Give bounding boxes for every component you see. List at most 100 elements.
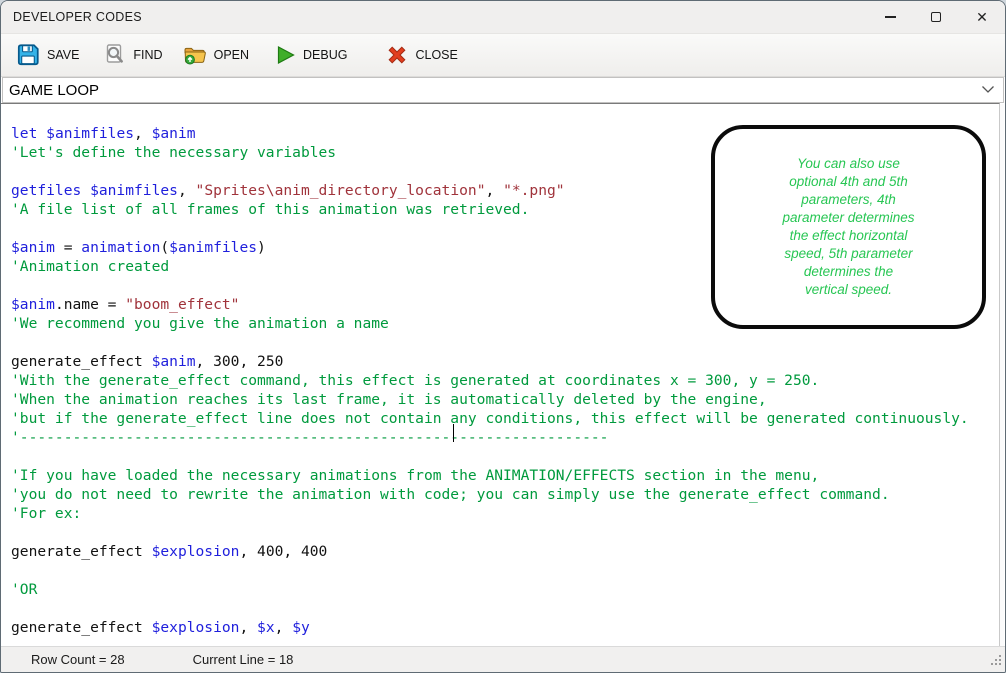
code-segment: 'OR [11,581,37,598]
code-segment: 'Let's define the necessary variables [11,144,336,161]
close-x-icon [385,43,409,67]
code-segment: $anim [152,125,196,142]
code-line: 'but if the generate_effect line does no… [11,409,999,428]
window-controls: ✕ [867,1,1005,33]
maximize-icon [931,12,941,22]
resize-grip-icon[interactable] [989,653,1002,669]
open-button[interactable]: OPEN [176,40,255,70]
code-segment: $anim [152,353,196,370]
code-line [11,447,999,466]
code-segment: , [485,182,503,199]
debug-button[interactable]: DEBUG [267,40,353,70]
code-segment: $animfiles [90,182,178,199]
code-line [11,637,999,646]
toolbar: SAVE FIND OPEN [1,33,1005,77]
code-line [11,523,999,542]
callout-bubble: You can also useoptional 4th and 5thpara… [711,125,986,329]
code-segment: , [134,125,152,142]
code-segment: $x [257,619,275,636]
find-magnifier-icon [103,43,127,67]
debug-button-label: DEBUG [303,48,347,62]
code-line [11,561,999,580]
code-segment: 'If you have loaded the necessary animat… [11,467,819,484]
code-line [11,599,999,618]
code-segment: 'When the animation reaches its last fra… [11,391,767,408]
code-segment: = [55,239,81,256]
code-segment: generate_effect [11,619,152,636]
code-segment: getfiles [11,182,90,199]
close-button-label: CLOSE [415,48,457,62]
code-segment: 'With the generate_effect command, this … [11,372,819,389]
code-line: generate_effect $explosion, 400, 400 [11,542,999,561]
code-segment: 'but if the generate_effect line does no… [11,410,969,427]
code-segment: ( [160,239,169,256]
callout-line: the effect horizontal [734,227,964,245]
code-segment: 'Animation created [11,258,169,275]
code-segment: 'you do not need to rewrite the animatio… [11,486,890,503]
callout-line: speed, 5th parameter [734,245,964,263]
code-segment: , [239,619,257,636]
code-segment: generate_effect [11,543,152,560]
callout-text: You can also useoptional 4th and 5thpara… [734,155,964,299]
title-bar: DEVELOPER CODES ✕ [1,1,1005,33]
row-count-label: Row Count = 28 [31,652,125,667]
code-line [11,333,999,352]
code-line: 'For ex: [11,504,999,523]
text-caret [453,424,454,442]
code-segment: 'For ex: [11,505,81,522]
chevron-down-icon [981,81,995,99]
code-segment: $anim [11,239,55,256]
code-segment: , 400, 400 [239,543,327,560]
code-segment: $animfiles [169,239,257,256]
code-line: 'With the generate_effect command, this … [11,371,999,390]
code-line: 'When the animation reaches its last fra… [11,390,999,409]
debug-play-icon [273,43,297,67]
save-button-label: SAVE [47,48,79,62]
close-window-button[interactable]: ✕ [959,1,1005,33]
code-segment: ) [257,239,266,256]
code-segment: "*.png" [503,182,565,199]
callout-line: parameters, 4th [734,191,964,209]
code-line: 'you do not need to rewrite the animatio… [11,485,999,504]
code-segment: $anim [11,296,55,313]
save-floppy-icon [15,42,41,68]
code-segment: $explosion [152,543,240,560]
callout-line: You can also use [734,155,964,173]
close-window-icon: ✕ [976,10,988,24]
code-segment: "Sprites\anim_directory_location" [196,182,486,199]
minimize-icon [885,16,896,17]
code-segment: $explosion [152,619,240,636]
code-line: '---------------------------------------… [11,428,999,447]
code-segment: , 300, 250 [196,353,284,370]
code-segment: let [11,125,46,142]
code-line: 'OR [11,580,999,599]
section-selector[interactable]: GAME LOOP [2,77,1004,103]
minimize-button[interactable] [867,1,913,33]
find-button[interactable]: FIND [97,40,168,70]
callout-line: determines the [734,263,964,281]
code-segment: .name = [55,296,125,313]
code-line: 'If you have loaded the necessary animat… [11,466,999,485]
code-segment: 'We recommend you give the animation a n… [11,315,389,332]
developer-codes-window: DEVELOPER CODES ✕ SAVE [0,0,1006,673]
save-button[interactable]: SAVE [9,39,85,71]
current-line-label: Current Line = 18 [193,652,294,667]
callout-line: vertical speed. [734,281,964,299]
callout-line: optional 4th and 5th [734,173,964,191]
maximize-button[interactable] [913,1,959,33]
status-bar: Row Count = 28 Current Line = 18 [1,646,1005,672]
code-line: generate_effect $explosion, $x, $y [11,618,999,637]
callout-line: parameter determines [734,209,964,227]
editor-right-strip [1000,104,1004,646]
close-button[interactable]: CLOSE [379,40,463,70]
code-segment: , [178,182,196,199]
code-segment: "boom_effect" [125,296,239,313]
open-button-label: OPEN [214,48,249,62]
section-selector-value: GAME LOOP [9,82,99,99]
code-segment: generate_effect [11,353,152,370]
code-segment: , [275,619,293,636]
open-folder-icon [182,43,208,67]
code-segment: $y [292,619,310,636]
code-line: generate_effect $anim, 300, 250 [11,352,999,371]
window-title: DEVELOPER CODES [13,10,142,24]
